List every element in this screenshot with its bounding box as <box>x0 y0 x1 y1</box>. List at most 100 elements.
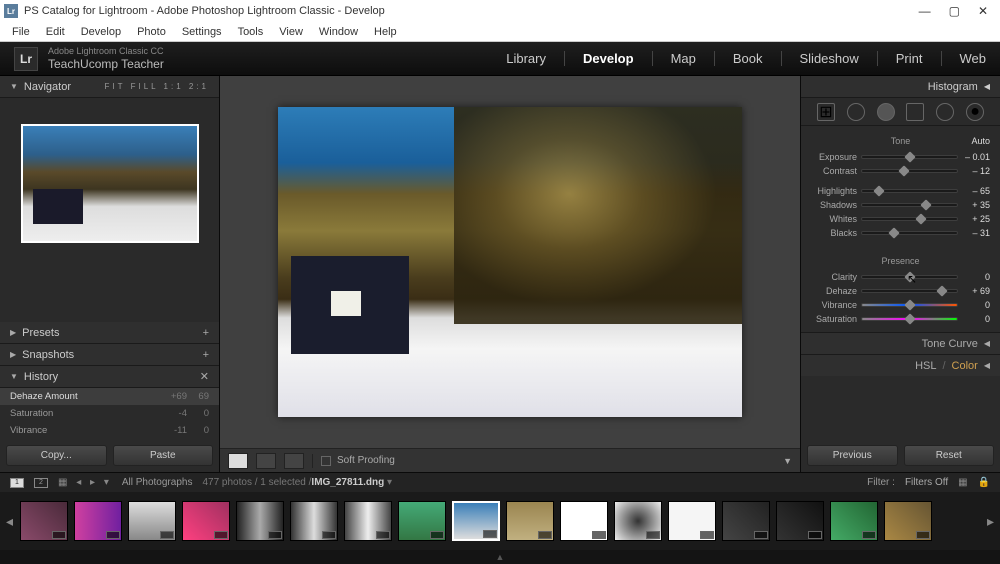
saturation-slider[interactable]: Saturation0 <box>811 312 990 326</box>
module-map[interactable]: Map <box>671 51 715 66</box>
filmstrip-thumb[interactable] <box>20 501 68 541</box>
slider-track[interactable] <box>861 303 958 307</box>
slider-track[interactable] <box>861 231 958 235</box>
filmstrip-thumb[interactable] <box>398 501 446 541</box>
menu-develop[interactable]: Develop <box>73 26 129 38</box>
contrast-slider[interactable]: Contrast– 12 <box>811 164 990 178</box>
tone-curve-header[interactable]: Tone Curve ◀ <box>801 332 1000 354</box>
presets-header[interactable]: ▶ Presets + <box>0 322 219 344</box>
history-item[interactable]: Saturation -4 0 <box>0 405 219 422</box>
toolbar-dropdown[interactable]: ▼ <box>783 456 792 466</box>
source-label[interactable]: All Photographs <box>122 477 193 488</box>
whites-slider[interactable]: Whites+ 25 <box>811 212 990 226</box>
paste-button[interactable]: Paste <box>113 445 214 466</box>
dehaze-slider[interactable]: Dehaze+ 69 <box>811 284 990 298</box>
exposure-slider[interactable]: Exposure– 0.01 <box>811 150 990 164</box>
copy-button[interactable]: Copy... <box>6 445 107 466</box>
radial-filter-tool[interactable] <box>936 103 954 121</box>
histogram-header[interactable]: Histogram ◀ <box>801 76 1000 98</box>
maximize-button[interactable]: ▢ <box>949 4 960 18</box>
hsl-color-header[interactable]: HSL / Color ◀ <box>801 354 1000 376</box>
filmstrip-thumb[interactable] <box>614 501 662 541</box>
redeye-tool[interactable] <box>877 103 895 121</box>
slider-knob[interactable] <box>889 227 900 238</box>
filmstrip-thumb[interactable] <box>560 501 608 541</box>
vibrance-slider[interactable]: Vibrance0 <box>811 298 990 312</box>
close-button[interactable]: ✕ <box>978 4 988 18</box>
menu-view[interactable]: View <box>271 26 311 38</box>
filmstrip-thumb[interactable] <box>884 501 932 541</box>
filmstrip[interactable] <box>0 492 1000 550</box>
slider-knob[interactable] <box>904 151 915 162</box>
filmstrip-thumb[interactable] <box>668 501 716 541</box>
blacks-slider[interactable]: Blacks– 31 <box>811 226 990 240</box>
previous-button[interactable]: Previous <box>807 445 898 466</box>
slider-track[interactable] <box>861 217 958 221</box>
add-snapshot-button[interactable]: + <box>203 349 209 361</box>
slider-knob[interactable] <box>904 313 915 324</box>
module-web[interactable]: Web <box>960 51 987 66</box>
navigator-preview[interactable] <box>0 98 219 268</box>
filmstrip-thumb[interactable] <box>506 501 554 541</box>
slider-track[interactable] <box>861 189 958 193</box>
menu-settings[interactable]: Settings <box>174 26 230 38</box>
module-slideshow[interactable]: Slideshow <box>800 51 878 66</box>
slider-track[interactable] <box>861 289 958 293</box>
history-header[interactable]: ▼ History ✕ <box>0 366 219 388</box>
slider-knob[interactable] <box>920 199 931 210</box>
primary-display-button[interactable]: 1 <box>10 478 24 488</box>
navigator-zoom[interactable]: FIT FILL 1:1 2:1 <box>105 82 209 91</box>
module-develop[interactable]: Develop <box>583 51 653 66</box>
history-item[interactable]: Dehaze Amount +69 69 <box>0 388 219 405</box>
module-library[interactable]: Library <box>506 51 565 66</box>
navigator-header[interactable]: ▼ Navigator FIT FILL 1:1 2:1 <box>0 76 219 98</box>
filmstrip-thumb[interactable] <box>128 501 176 541</box>
filmstrip-thumb[interactable] <box>722 501 770 541</box>
history-item[interactable]: Vibrance -11 0 <box>0 422 219 439</box>
module-book[interactable]: Book <box>733 51 782 66</box>
loupe-view-button[interactable] <box>228 453 248 469</box>
reset-button[interactable]: Reset <box>904 445 995 466</box>
menu-window[interactable]: Window <box>311 26 366 38</box>
filter-options-icon[interactable]: ▦ <box>958 477 967 488</box>
canvas[interactable] <box>220 76 800 448</box>
slider-knob[interactable] <box>898 165 909 176</box>
nav-arrows[interactable]: ▦ ◂ ▸ ▾ <box>58 477 112 488</box>
slider-track[interactable] <box>861 169 958 173</box>
filmstrip-thumb[interactable] <box>830 501 878 541</box>
clarity-slider[interactable]: Clarity0 <box>811 270 990 284</box>
bottom-panel-grip[interactable]: ▲ <box>0 550 1000 564</box>
slider-track[interactable] <box>861 155 958 159</box>
adjustment-brush-tool[interactable]: ● <box>966 103 984 121</box>
add-preset-button[interactable]: + <box>203 327 209 339</box>
slider-knob[interactable] <box>936 285 947 296</box>
slider-track[interactable] <box>861 317 958 321</box>
crop-tool[interactable]: ⊞ <box>817 103 835 121</box>
slider-knob[interactable] <box>915 213 926 224</box>
filmstrip-thumb[interactable] <box>182 501 230 541</box>
before-after-lr-button[interactable] <box>256 453 276 469</box>
module-print[interactable]: Print <box>896 51 942 66</box>
filmstrip-thumb[interactable] <box>290 501 338 541</box>
filmstrip-thumb[interactable] <box>344 501 392 541</box>
filmstrip-thumb[interactable] <box>776 501 824 541</box>
clear-history-button[interactable]: ✕ <box>200 370 209 383</box>
highlights-slider[interactable]: Highlights– 65 <box>811 184 990 198</box>
shadows-slider[interactable]: Shadows+ 35 <box>811 198 990 212</box>
filter-lock-icon[interactable]: 🔒 <box>978 477 990 488</box>
menu-file[interactable]: File <box>4 26 38 38</box>
snapshots-header[interactable]: ▶ Snapshots + <box>0 344 219 366</box>
minimize-button[interactable]: — <box>919 4 931 18</box>
menu-photo[interactable]: Photo <box>129 26 174 38</box>
auto-tone-button[interactable]: Auto <box>971 136 990 146</box>
filter-dropdown[interactable]: Filters Off <box>905 477 948 488</box>
filmstrip-thumb[interactable] <box>452 501 500 541</box>
slider-track[interactable] <box>861 203 958 207</box>
secondary-display-button[interactable]: 2 <box>34 478 48 488</box>
menu-edit[interactable]: Edit <box>38 26 73 38</box>
filmstrip-thumb[interactable] <box>74 501 122 541</box>
filmstrip-thumb[interactable] <box>236 501 284 541</box>
before-after-tb-button[interactable] <box>284 453 304 469</box>
soft-proofing-toggle[interactable]: Soft Proofing <box>321 455 395 466</box>
graduated-filter-tool[interactable] <box>906 103 924 121</box>
